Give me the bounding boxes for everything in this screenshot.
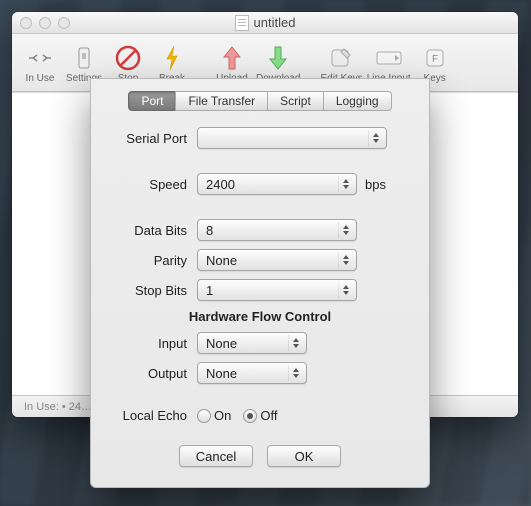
minimize-button[interactable] bbox=[39, 17, 51, 29]
input-flow-value: None bbox=[206, 336, 237, 351]
sheet-tabs: Port File Transfer Script Logging bbox=[109, 91, 411, 111]
stepper-arrows-icon bbox=[338, 176, 352, 192]
stepper-arrows-icon bbox=[338, 222, 352, 238]
output-flow-value: None bbox=[206, 366, 237, 381]
label-parity: Parity bbox=[109, 253, 197, 268]
download-icon bbox=[264, 44, 292, 72]
hardware-flow-heading: Hardware Flow Control bbox=[109, 309, 411, 324]
local-echo-radios: On Off bbox=[197, 408, 277, 423]
stop-bits-value: 1 bbox=[206, 283, 213, 298]
label-stop-bits: Stop Bits bbox=[109, 283, 197, 298]
parity-value: None bbox=[206, 253, 237, 268]
port-settings-sheet: Port File Transfer Script Logging Serial… bbox=[90, 78, 430, 488]
tab-logging[interactable]: Logging bbox=[323, 91, 392, 111]
upload-icon bbox=[218, 44, 246, 72]
line-input-icon bbox=[375, 44, 403, 72]
parity-select[interactable]: None bbox=[197, 249, 357, 271]
speed-select[interactable]: 2400 bbox=[197, 173, 357, 195]
output-flow-select[interactable]: None bbox=[197, 362, 307, 384]
label-input: Input bbox=[109, 336, 197, 351]
radio-local-echo-off[interactable]: Off bbox=[243, 408, 277, 423]
tab-port[interactable]: Port bbox=[128, 91, 176, 111]
radio-icon bbox=[243, 409, 257, 423]
input-flow-select[interactable]: None bbox=[197, 332, 307, 354]
status-text: In Use: • 24… bbox=[24, 401, 92, 413]
in-use-icon bbox=[26, 44, 54, 72]
title-bar[interactable]: untitled bbox=[12, 12, 518, 34]
zoom-button[interactable] bbox=[58, 17, 70, 29]
settings-icon bbox=[70, 44, 98, 72]
label-output: Output bbox=[109, 366, 197, 381]
keys-icon: F bbox=[421, 44, 449, 72]
edit-keys-icon bbox=[328, 44, 356, 72]
document-icon bbox=[235, 15, 249, 31]
speed-value: 2400 bbox=[206, 177, 235, 192]
stepper-arrows-icon bbox=[338, 252, 352, 268]
radio-local-echo-on[interactable]: On bbox=[197, 408, 231, 423]
close-button[interactable] bbox=[20, 17, 32, 29]
stepper-arrows-icon bbox=[368, 130, 382, 146]
radio-icon bbox=[197, 409, 211, 423]
label-data-bits: Data Bits bbox=[109, 223, 197, 238]
svg-text:F: F bbox=[432, 54, 438, 65]
window-title: untitled bbox=[12, 15, 518, 31]
break-icon bbox=[158, 44, 186, 72]
speed-unit: bps bbox=[365, 177, 386, 192]
toolbar-in-use[interactable]: In Use bbox=[18, 44, 62, 84]
tab-script[interactable]: Script bbox=[267, 91, 324, 111]
ok-button[interactable]: OK bbox=[267, 445, 341, 467]
window-controls bbox=[12, 17, 70, 29]
label-speed: Speed bbox=[109, 177, 197, 192]
data-bits-value: 8 bbox=[206, 223, 213, 238]
toolbar-label: In Use bbox=[26, 73, 55, 84]
radio-on-label: On bbox=[214, 408, 231, 423]
label-serial-port: Serial Port bbox=[109, 131, 197, 146]
label-local-echo: Local Echo bbox=[109, 408, 197, 423]
stop-icon bbox=[114, 44, 142, 72]
stepper-arrows-icon bbox=[288, 365, 302, 381]
stepper-arrows-icon bbox=[338, 282, 352, 298]
cancel-button[interactable]: Cancel bbox=[179, 445, 253, 467]
tab-file-transfer[interactable]: File Transfer bbox=[175, 91, 268, 111]
radio-off-label: Off bbox=[260, 408, 277, 423]
window-title-text: untitled bbox=[254, 15, 296, 30]
serial-port-select[interactable] bbox=[197, 127, 387, 149]
data-bits-select[interactable]: 8 bbox=[197, 219, 357, 241]
stepper-arrows-icon bbox=[288, 335, 302, 351]
stop-bits-select[interactable]: 1 bbox=[197, 279, 357, 301]
